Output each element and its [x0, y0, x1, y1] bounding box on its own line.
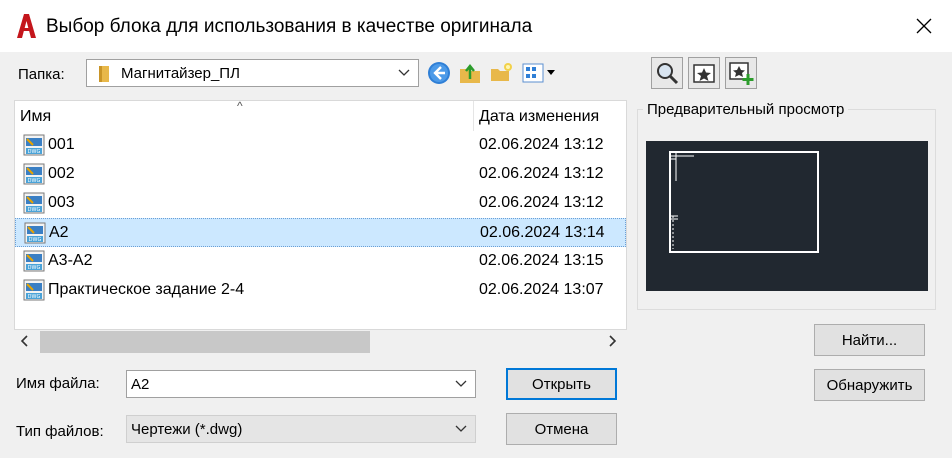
file-date: 02.06.2024 13:12: [479, 194, 604, 211]
views-menu-icon: [522, 63, 555, 83]
filetype-label: Тип файлов:: [16, 423, 104, 440]
new-folder-button[interactable]: [488, 60, 514, 86]
file-date: 02.06.2024 13:15: [479, 252, 604, 269]
list-header: ^ Имя Дата изменения: [15, 101, 626, 131]
cancel-button[interactable]: Отмена: [506, 413, 617, 445]
folder-combo[interactable]: Магнитайзер_ПЛ: [86, 59, 419, 87]
dwg-file-icon: DWG: [23, 279, 45, 301]
list-item[interactable]: DWG 001 02.06.2024 13:12: [15, 131, 626, 160]
locate-button[interactable]: Обнаружить: [814, 369, 925, 401]
file-date: 02.06.2024 13:12: [479, 165, 604, 182]
find-button[interactable]: Найти...: [814, 324, 925, 356]
file-name: A2: [49, 224, 69, 241]
sort-ascending-icon: ^: [237, 100, 243, 113]
svg-text:DWG: DWG: [28, 294, 41, 300]
close-button[interactable]: [904, 8, 944, 44]
file-date: 02.06.2024 13:12: [479, 136, 604, 153]
dwg-file-icon: DWG: [23, 192, 45, 214]
column-header-date[interactable]: Дата изменения: [479, 108, 599, 126]
close-icon: [916, 18, 932, 34]
favorites-button[interactable]: [688, 57, 720, 89]
filetype-value: Чертежи (*.dwg): [131, 421, 243, 438]
favorites-icon: [693, 64, 715, 83]
preview-canvas: [646, 141, 928, 291]
window-title: Выбор блока для использования в качестве…: [46, 16, 533, 37]
svg-text:DWG: DWG: [28, 207, 41, 213]
scrollbar-thumb[interactable]: [40, 331, 370, 353]
views-menu-button[interactable]: [520, 60, 560, 86]
up-folder-icon: [460, 63, 480, 83]
file-name: 003: [48, 194, 75, 211]
add-to-favorites-button[interactable]: [725, 57, 757, 89]
filename-input[interactable]: A2: [126, 370, 476, 398]
filename-value: A2: [131, 376, 150, 393]
search-web-button[interactable]: [651, 57, 683, 89]
dwg-file-icon: DWG: [23, 163, 45, 185]
dwg-file-icon: DWG: [23, 250, 45, 272]
list-item-selected[interactable]: DWG A2 02.06.2024 13:14: [15, 218, 626, 247]
list-item[interactable]: DWG 002 02.06.2024 13:12: [15, 160, 626, 189]
add-to-favorites-icon: [729, 62, 754, 85]
up-folder-button[interactable]: [457, 60, 483, 86]
folder-icon: [99, 66, 109, 82]
list-item[interactable]: DWG Практическое задание 2-4 02.06.2024 …: [15, 276, 626, 305]
file-list[interactable]: ^ Имя Дата изменения DWG 001 02.06.2024 …: [14, 100, 627, 330]
svg-text:DWG: DWG: [28, 149, 41, 155]
folder-value: Магнитайзер_ПЛ: [121, 65, 240, 82]
preview-label: Предварительный просмотр: [643, 101, 849, 118]
list-item[interactable]: DWG A3-A2 02.06.2024 13:15: [15, 247, 626, 276]
back-icon: [428, 62, 450, 84]
svg-text:DWG: DWG: [29, 237, 42, 243]
svg-text:DWG: DWG: [28, 265, 41, 271]
title-bar: Выбор блока для использования в качестве…: [0, 0, 952, 52]
file-name: 001: [48, 136, 75, 153]
drawing-preview-image: [669, 151, 819, 253]
dwg-file-icon: DWG: [24, 222, 46, 244]
column-divider[interactable]: [473, 101, 474, 131]
chevron-down-icon: [398, 69, 410, 76]
autocad-a-icon: [17, 14, 36, 38]
list-item[interactable]: DWG 003 02.06.2024 13:12: [15, 189, 626, 218]
file-date: 02.06.2024 13:07: [479, 281, 604, 298]
search-web-icon: [657, 63, 679, 85]
scroll-right-icon[interactable]: [609, 335, 617, 347]
chevron-down-icon[interactable]: [455, 425, 467, 433]
file-name: Практическое задание 2-4: [48, 281, 245, 298]
column-header-name[interactable]: Имя: [20, 108, 51, 126]
file-date: 02.06.2024 13:14: [480, 224, 605, 241]
chevron-down-icon[interactable]: [455, 380, 467, 388]
back-button[interactable]: [426, 60, 452, 86]
horizontal-scrollbar[interactable]: [14, 330, 627, 354]
folder-label: Папка:: [18, 66, 65, 83]
dwg-file-icon: DWG: [23, 134, 45, 156]
file-name: 002: [48, 165, 75, 182]
scroll-left-icon[interactable]: [20, 335, 28, 347]
svg-text:DWG: DWG: [28, 178, 41, 184]
file-name: A3-A2: [48, 252, 93, 269]
open-button[interactable]: Открыть: [506, 368, 617, 400]
filetype-select[interactable]: Чертежи (*.dwg): [126, 415, 476, 443]
new-folder-icon: [491, 63, 512, 81]
filename-label: Имя файла:: [16, 375, 100, 392]
